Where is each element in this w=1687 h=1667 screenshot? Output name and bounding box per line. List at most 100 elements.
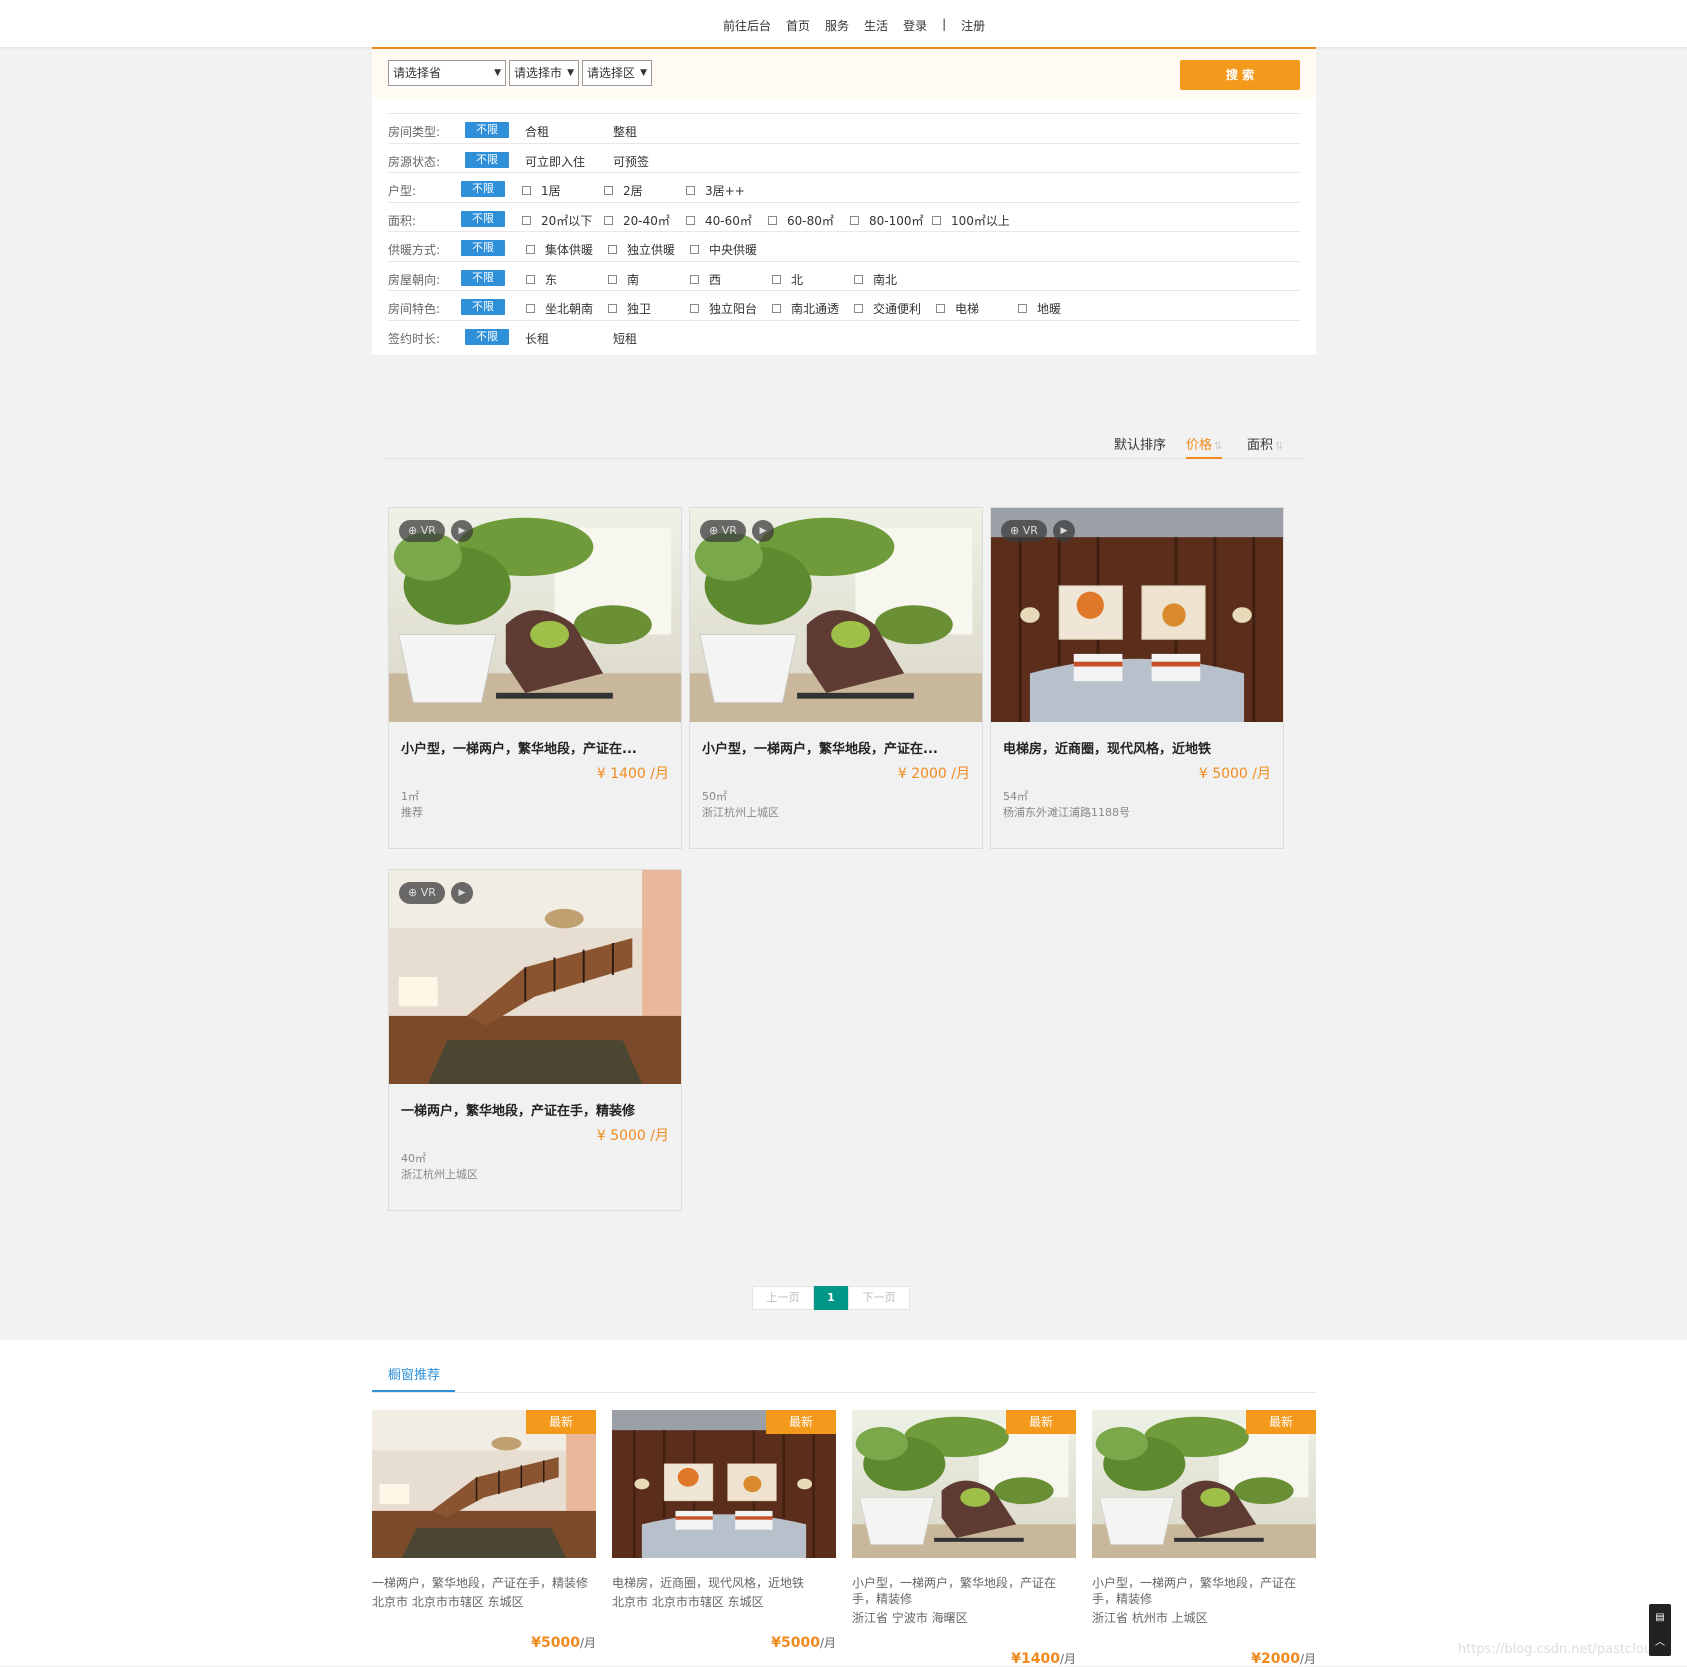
checkbox-icon[interactable] — [526, 304, 535, 313]
filter-checkbox-option[interactable]: 北 — [772, 271, 803, 288]
listing-card[interactable]: ⊕ VR ▶ 电梯房，近商圈，现代风格，近地铁 ¥ 5000 /月 54㎡ 杨浦东外滩江浦… — [990, 507, 1284, 849]
tab-recommend[interactable]: 橱窗推荐 — [388, 1364, 440, 1383]
next-page-button[interactable]: 下一页 — [848, 1286, 910, 1310]
filter-checkbox-option[interactable]: 独卫 — [608, 300, 651, 317]
nav-admin-link[interactable]: 前往后台 — [723, 17, 771, 34]
filter-option[interactable]: 可预签 — [613, 153, 649, 170]
filter-checkbox-option[interactable]: 80-100㎡ — [850, 212, 924, 229]
search-button[interactable]: 搜 索 — [1180, 60, 1300, 90]
checkbox-icon[interactable] — [522, 186, 531, 195]
filter-checkbox-option[interactable]: 西 — [690, 271, 721, 288]
checkbox-icon[interactable] — [854, 304, 863, 313]
filter-checkbox-option[interactable]: 独立供暖 — [608, 241, 675, 258]
checkbox-icon[interactable] — [608, 274, 617, 284]
recommend-photo[interactable]: 最新 — [852, 1410, 1076, 1558]
checkbox-icon[interactable] — [604, 215, 613, 225]
sort-default[interactable]: 默认排序 — [1114, 434, 1166, 453]
checkbox-icon[interactable] — [522, 215, 531, 225]
filter-option[interactable]: 可立即入住 — [525, 153, 585, 170]
filter-any-tag[interactable]: 不限 — [465, 151, 509, 168]
checkbox-icon[interactable] — [526, 274, 535, 284]
recommend-photo[interactable]: 最新 — [1092, 1410, 1316, 1558]
checkbox-icon[interactable] — [690, 274, 699, 284]
filter-option[interactable]: 短租 — [613, 330, 637, 347]
filter-checkbox-option[interactable]: 电梯 — [936, 300, 979, 317]
listing-card[interactable]: ⊕ VR ▶ 一梯两户，繁华地段，产证在手，精装修 ¥ 5000 /月 40㎡ 浙江杭州上… — [388, 869, 682, 1211]
side-toolbar[interactable]: ▤ ︿ — [1649, 1604, 1671, 1656]
checkbox-icon[interactable] — [854, 274, 863, 284]
filter-any-tag[interactable]: 不限 — [461, 240, 505, 256]
recommend-title-block[interactable]: 一梯两户，繁华地段，产证在手，精装修 北京市 北京市市辖区 东城区 — [372, 1575, 596, 1613]
listing-title[interactable]: 小户型，一梯两户，繁华地段，产证在... — [702, 738, 938, 757]
vr-badge[interactable]: ⊕ VR — [1001, 520, 1047, 542]
play-icon[interactable]: ▶ — [1053, 520, 1075, 542]
vr-badge[interactable]: ⊕ VR — [399, 520, 445, 542]
listing-photo[interactable]: ⊕ VR ▶ — [690, 508, 982, 722]
listing-photo[interactable]: ⊕ VR ▶ — [991, 508, 1283, 722]
filter-checkbox-option[interactable]: 地暖 — [1018, 300, 1061, 317]
checkbox-icon[interactable] — [1018, 304, 1027, 313]
recommend-title-block[interactable]: 小户型，一梯两户，繁华地段，产证在手，精装修 浙江省 宁波市 海曙区 — [852, 1575, 1076, 1629]
nav-service-link[interactable]: 服务 — [825, 17, 849, 34]
vr-badge[interactable]: ⊕ VR — [700, 520, 746, 542]
checkbox-icon[interactable] — [932, 215, 941, 225]
filter-any-tag[interactable]: 不限 — [461, 210, 505, 227]
filter-checkbox-option[interactable]: 南北 — [854, 271, 897, 288]
checkbox-icon[interactable] — [604, 186, 613, 195]
listing-card[interactable]: ⊕ VR ▶ 小户型，一梯两户，繁华地段，产证在... ¥ 1400 /月 1㎡ 推荐 — [388, 507, 682, 849]
vr-badge[interactable]: ⊕ VR — [399, 882, 445, 904]
filter-checkbox-option[interactable]: 1居 — [522, 182, 561, 199]
filter-option[interactable]: 长租 — [525, 330, 549, 347]
listing-card[interactable]: ⊕ VR ▶ 小户型，一梯两户，繁华地段，产证在... ¥ 2000 /月 50㎡ 浙江杭… — [689, 507, 983, 849]
checkbox-icon[interactable] — [690, 245, 699, 254]
checkbox-icon[interactable] — [850, 215, 859, 225]
filter-any-tag[interactable]: 不限 — [465, 122, 509, 138]
filter-checkbox-option[interactable]: 40-60㎡ — [686, 212, 752, 229]
filter-checkbox-option[interactable]: 20-40㎡ — [604, 212, 670, 229]
checkbox-icon[interactable] — [772, 304, 781, 313]
checkbox-icon[interactable] — [686, 215, 695, 225]
checkbox-icon[interactable] — [608, 304, 617, 313]
filter-any-tag[interactable]: 不限 — [461, 181, 505, 197]
filter-checkbox-option[interactable]: 独立阳台 — [690, 300, 757, 317]
play-icon[interactable]: ▶ — [752, 520, 774, 542]
filter-any-tag[interactable]: 不限 — [461, 269, 505, 286]
district-select[interactable]: 请选择区 ▼ — [582, 60, 652, 86]
checkbox-icon[interactable] — [686, 186, 695, 195]
recommend-title-block[interactable]: 小户型，一梯两户，繁华地段，产证在手，精装修 浙江省 杭州市 上城区 — [1092, 1575, 1316, 1629]
city-select[interactable]: 请选择市 ▼ — [509, 60, 579, 86]
nav-home-link[interactable]: 首页 — [786, 17, 810, 34]
filter-checkbox-option[interactable]: 20㎡以下 — [522, 212, 592, 229]
play-icon[interactable]: ▶ — [451, 882, 473, 904]
checkbox-icon[interactable] — [772, 274, 781, 284]
filter-checkbox-option[interactable]: 坐北朝南 — [526, 300, 593, 317]
current-page[interactable]: 1 — [814, 1286, 848, 1310]
play-icon[interactable]: ▶ — [451, 520, 473, 542]
filter-checkbox-option[interactable]: 南北通透 — [772, 300, 839, 317]
sort-price[interactable]: 价格 ⇅ — [1186, 434, 1223, 459]
checkbox-icon[interactable] — [768, 215, 777, 225]
recommend-title-block[interactable]: 电梯房，近商圈，现代风格，近地铁 北京市 北京市市辖区 东城区 — [612, 1575, 836, 1613]
sort-area[interactable]: 面积 ⇅ — [1247, 434, 1283, 453]
checkbox-icon[interactable] — [608, 245, 617, 254]
filter-checkbox-option[interactable]: 中央供暖 — [690, 241, 757, 258]
listing-photo[interactable]: ⊕ VR ▶ — [389, 870, 681, 1084]
nav-life-link[interactable]: 生活 — [864, 17, 888, 34]
prev-page-button[interactable]: 上一页 — [752, 1286, 814, 1310]
listing-title[interactable]: 电梯房，近商圈，现代风格，近地铁 — [1003, 738, 1211, 757]
back-to-top-icon[interactable]: ︿ — [1649, 1633, 1671, 1648]
filter-option[interactable]: 合租 — [525, 123, 549, 140]
filter-checkbox-option[interactable]: 60-80㎡ — [768, 212, 834, 229]
recommend-photo[interactable]: 最新 — [372, 1410, 596, 1558]
filter-checkbox-option[interactable]: 3居++ — [686, 182, 745, 199]
filter-checkbox-option[interactable]: 2居 — [604, 182, 643, 199]
recommend-photo[interactable]: 最新 — [612, 1410, 836, 1558]
checkbox-icon[interactable] — [526, 245, 535, 254]
nav-login-link[interactable]: 登录 — [903, 17, 927, 34]
filter-checkbox-option[interactable]: 南 — [608, 271, 639, 288]
listing-title[interactable]: 一梯两户，繁华地段，产证在手，精装修 — [401, 1100, 635, 1119]
filter-checkbox-option[interactable]: 东 — [526, 271, 557, 288]
filter-checkbox-option[interactable]: 100㎡以上 — [932, 212, 1010, 229]
filter-any-tag[interactable]: 不限 — [465, 328, 509, 345]
province-select[interactable]: 请选择省 ▼ — [388, 60, 506, 86]
